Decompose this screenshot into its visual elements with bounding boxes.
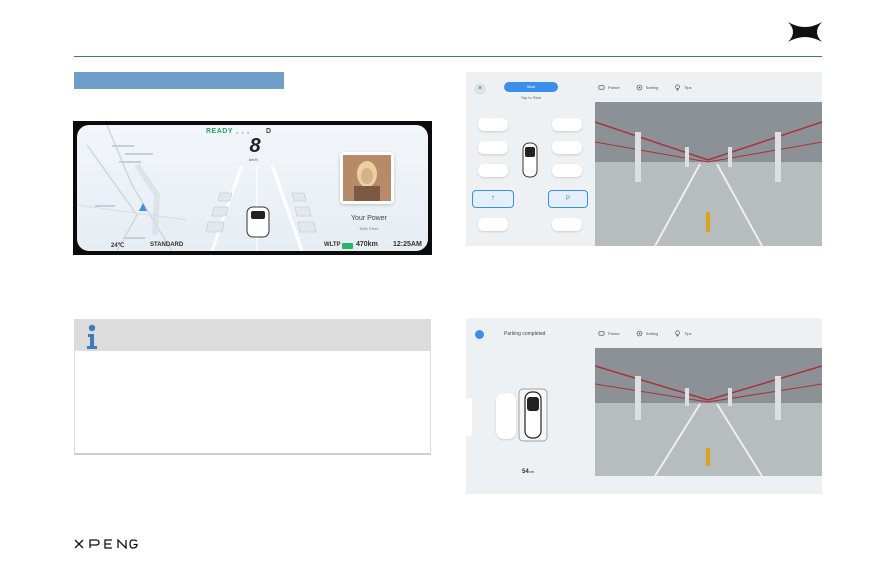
section-heading-bar <box>74 72 284 89</box>
camera-view <box>595 348 822 476</box>
vehicle-icon <box>522 142 538 178</box>
parking-slot[interactable] <box>552 141 582 154</box>
parked-vehicle-icon <box>518 388 548 442</box>
lightbulb-icon <box>675 84 681 91</box>
parking-slot-selected[interactable]: ⇡ <box>472 190 514 208</box>
gear-indicator: D <box>266 128 272 135</box>
range-cycle: WLTP <box>324 242 341 248</box>
auto-parking-complete-screenshot: Parking completed Parker Setting Tips 54… <box>466 318 822 494</box>
camera-view <box>595 102 822 246</box>
close-icon[interactable]: × <box>474 83 486 95</box>
drive-mode: STANDARD <box>150 242 184 248</box>
parking-slot[interactable] <box>552 164 582 177</box>
back-icon[interactable] <box>475 330 484 339</box>
battery-icon <box>342 243 353 249</box>
start-hint: Tap to Start <box>520 95 542 100</box>
album-art <box>340 152 394 204</box>
apa-tabs: Parker Setting Tips <box>598 330 692 337</box>
tab-tips[interactable]: Tips <box>674 84 692 91</box>
info-box <box>74 319 431 455</box>
speed-unit: km/h <box>249 157 258 162</box>
auto-parking-start-screenshot: × Start Tap to Start Parker Setting Tips… <box>466 72 822 246</box>
tab-setting[interactable]: Setting <box>636 330 658 337</box>
gear-icon <box>636 330 643 337</box>
navigation-map <box>77 125 187 251</box>
lightbulb-icon <box>675 330 681 337</box>
parking-status: Parking completed <box>504 331 546 337</box>
instrument-cluster-screenshot: READY ● ● ● D 8 km/h Your Power Billie E… <box>73 121 432 255</box>
range-readout: 470km <box>356 241 378 248</box>
gear-icon <box>636 84 643 91</box>
info-box-header <box>75 320 430 351</box>
speed-readout: 8 <box>249 135 261 157</box>
cluster-display: READY ● ● ● D 8 km/h Your Power Billie E… <box>77 125 428 251</box>
song-title: Your Power <box>351 215 387 222</box>
adjacent-vehicle <box>466 398 472 436</box>
xpeng-wordmark <box>74 539 138 549</box>
garage-camera-image <box>595 102 822 246</box>
tab-setting[interactable]: Setting <box>636 84 658 91</box>
header-rule <box>74 56 822 57</box>
garage-camera-image <box>595 348 822 476</box>
parking-slot[interactable] <box>478 164 508 177</box>
tab-tips[interactable]: Tips <box>674 330 692 337</box>
info-icon <box>87 324 97 349</box>
camera-icon <box>598 331 605 336</box>
parking-slot[interactable] <box>478 141 508 154</box>
outside-temperature: 24℃ <box>111 243 125 249</box>
xpeng-logo-icon <box>788 22 822 42</box>
parking-slot[interactable] <box>552 118 582 131</box>
parking-slot[interactable] <box>552 218 582 231</box>
song-artist: Billie Eilish <box>359 226 379 231</box>
tab-parker[interactable]: Parker <box>598 330 620 337</box>
parking-distance: 54cm <box>522 469 535 475</box>
ready-indicator: READY <box>206 128 234 135</box>
adjacent-vehicle <box>496 393 516 439</box>
clock: 12:25AM <box>393 241 422 248</box>
camera-icon <box>598 85 605 90</box>
start-parking-button[interactable]: Start <box>504 82 558 92</box>
parking-visualization <box>205 165 317 251</box>
apa-tabs: Parker Setting Tips <box>598 84 692 91</box>
parking-slot[interactable] <box>478 218 508 231</box>
parking-slot-target[interactable]: P <box>548 190 588 208</box>
tab-parker[interactable]: Parker <box>598 84 620 91</box>
parking-slot[interactable] <box>478 118 508 131</box>
